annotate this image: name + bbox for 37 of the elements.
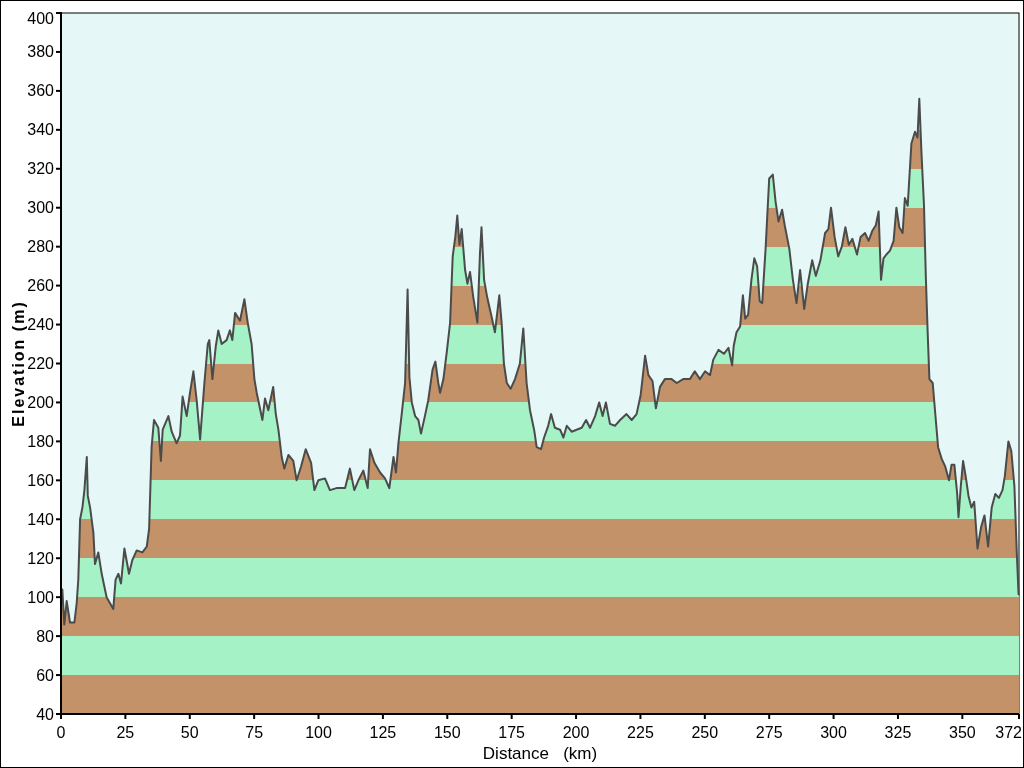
y-tick-label: 280 [27, 238, 54, 256]
x-tick-label: 325 [884, 723, 912, 741]
x-tick-label: 125 [369, 723, 397, 741]
x-tick-label: 25 [116, 723, 135, 741]
y-tick-label: 60 [36, 666, 54, 684]
x-tick-label: 0 [56, 723, 66, 741]
y-tick-label: 320 [27, 160, 54, 178]
x-tick-label: 150 [433, 723, 461, 741]
y-tick-label: 200 [27, 393, 54, 411]
y-tick-label: 140 [27, 510, 54, 528]
y-tick-label: 300 [27, 199, 54, 217]
x-tick-label: 275 [755, 723, 783, 741]
x-tick-label: 100 [305, 723, 332, 741]
x-tick-label: 200 [562, 723, 590, 741]
y-tick-label: 80 [36, 627, 54, 645]
y-axis-title: Elevation (m) [9, 300, 27, 427]
x-axis-title: Distance (km) [482, 743, 598, 763]
y-tick-label: 340 [27, 121, 54, 139]
y-tick-label: 40 [36, 705, 54, 723]
y-tick-label: 260 [27, 277, 54, 295]
y-tick-label: 120 [27, 549, 54, 567]
y-tick-label: 360 [27, 82, 54, 100]
x-tick-label: 350 [949, 723, 976, 741]
y-tick-label: 180 [27, 432, 54, 450]
y-tick-label: 400 [27, 9, 54, 27]
x-tick-label: 225 [627, 723, 654, 741]
x-tick-label: 75 [245, 723, 264, 741]
x-tick-label: 50 [180, 723, 199, 741]
y-tick-label: 380 [27, 43, 54, 61]
y-tick-label: 240 [27, 316, 54, 334]
x-tick-label: 300 [820, 723, 847, 741]
x-tick-label: 372 [995, 723, 1022, 741]
x-tick-label: 175 [498, 723, 525, 741]
y-tick-label: 160 [27, 471, 54, 489]
y-tick-label: 220 [27, 355, 54, 372]
y-tick-label: 100 [27, 588, 54, 606]
x-tick-label: 250 [691, 723, 719, 741]
